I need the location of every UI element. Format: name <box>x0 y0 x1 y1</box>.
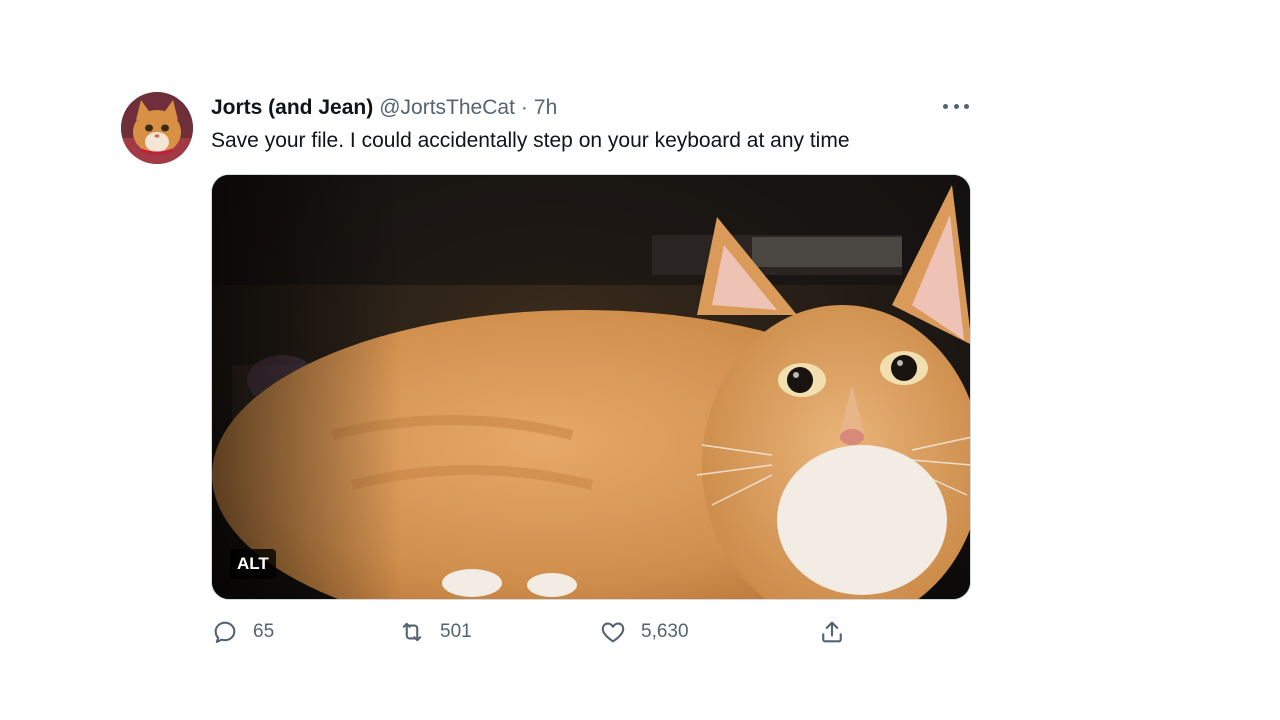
like-button[interactable]: 5,630 <box>599 616 689 648</box>
cat-avatar-image <box>121 92 193 164</box>
retweet-icon <box>402 622 422 642</box>
more-dot <box>964 103 969 109</box>
alt-text-badge[interactable]: ALT <box>230 549 276 579</box>
cat-photo <box>212 175 970 599</box>
reply-count: 65 <box>253 621 275 642</box>
retweet-count: 501 <box>440 621 472 642</box>
more-dot <box>953 103 959 109</box>
reply-icon <box>214 621 236 643</box>
more-options-icon[interactable] <box>943 102 969 110</box>
share-icon <box>822 621 842 643</box>
author-handle[interactable]: @JortsTheCat <box>379 96 515 120</box>
timestamp[interactable]: 7h <box>534 96 557 120</box>
reply-button[interactable]: 65 <box>211 616 274 648</box>
author-name[interactable]: Jorts (and Jean) <box>211 96 373 120</box>
retweet-button[interactable]: 501 <box>398 616 472 648</box>
tweet-actions: 65 501 5,630 <box>211 616 871 648</box>
tweet-text: Save your file. I could accidentally ste… <box>211 129 850 152</box>
avatar[interactable] <box>121 92 193 164</box>
tweet-card[interactable]: Jorts (and Jean) @JortsTheCat · 7h Save … <box>121 92 981 652</box>
share-button[interactable] <box>818 616 860 648</box>
heart-icon <box>601 622 625 643</box>
like-count: 5,630 <box>641 621 689 642</box>
tweet-header: Jorts (and Jean) @JortsTheCat · 7h <box>211 96 557 120</box>
tweet-media[interactable]: ALT <box>211 174 971 600</box>
more-dot <box>943 103 948 109</box>
separator-dot: · <box>520 96 528 119</box>
